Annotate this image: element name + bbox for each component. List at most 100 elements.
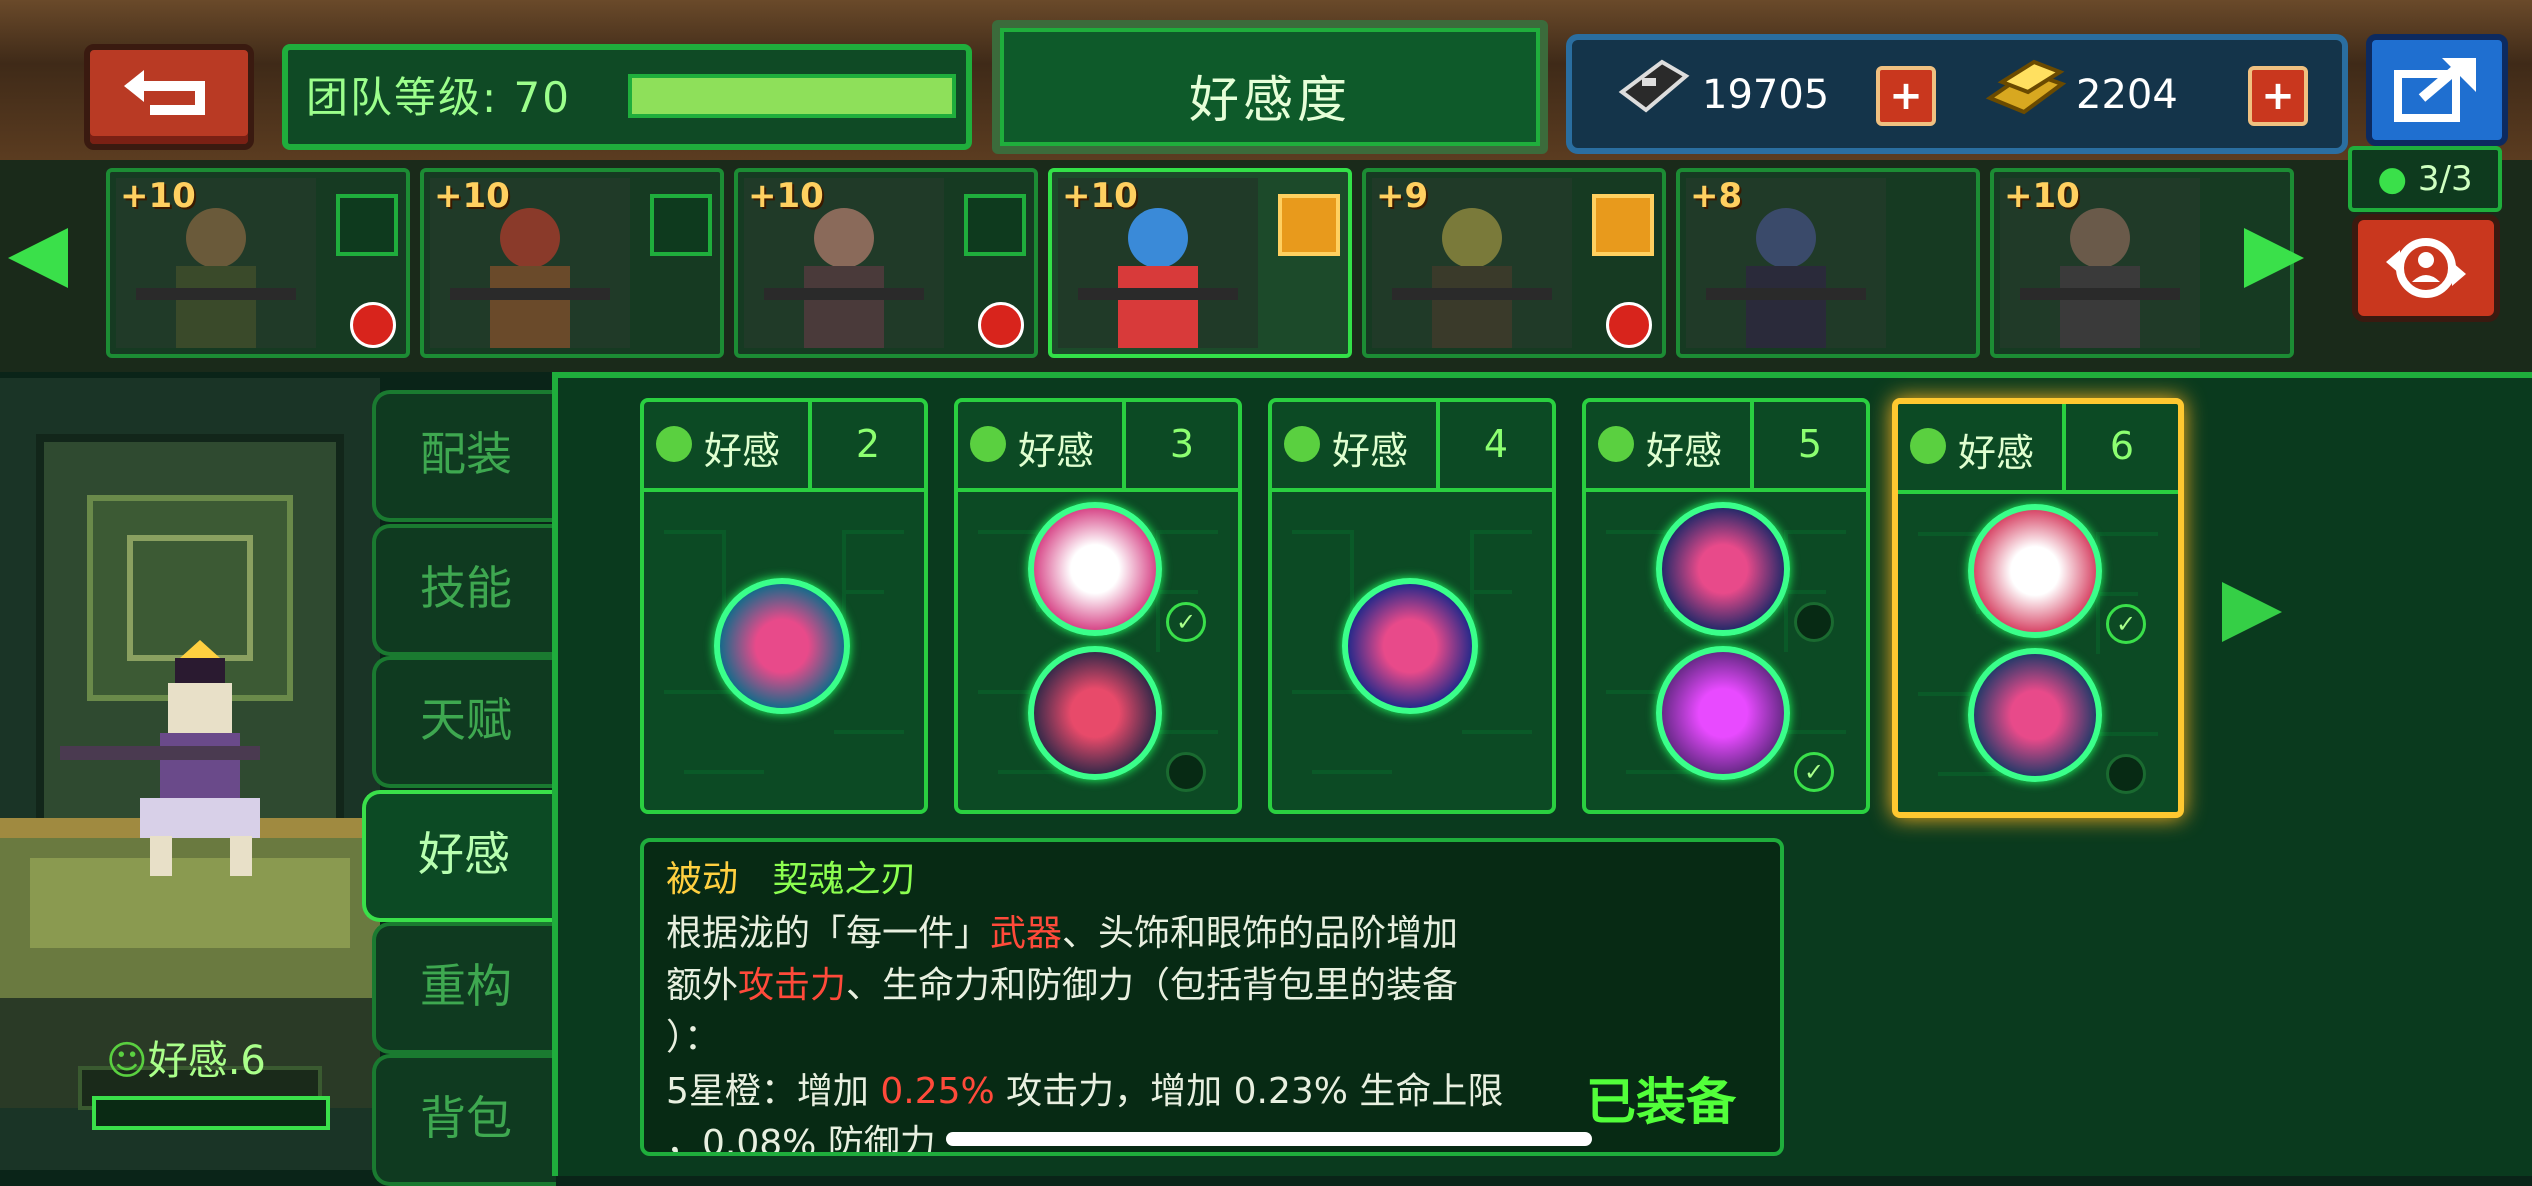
empty-slot-icon: [1794, 602, 1834, 642]
affinity-card-name: 好感: [1332, 429, 1409, 473]
arms-badge: [1606, 302, 1652, 348]
scroll-left-arrow-icon[interactable]: [8, 228, 68, 288]
hero-level: +10: [1062, 176, 1138, 216]
gold-amount: 2204: [2076, 72, 2178, 118]
desc-line-5: ，0.08% 防御力: [666, 1123, 936, 1156]
hero-card[interactable]: +8: [1676, 168, 1980, 358]
hero-level: +10: [2004, 176, 2080, 216]
skill-icon[interactable]: [1968, 648, 2102, 782]
iron-ingot-icon: [1618, 59, 1690, 113]
member-tag-icon: [964, 194, 1026, 256]
smile-icon: [1598, 426, 1634, 462]
check-icon: ✓: [1166, 602, 1206, 642]
skill-icon[interactable]: [1028, 502, 1162, 636]
hero-level: +8: [1690, 176, 1743, 216]
hero-level: +10: [748, 176, 824, 216]
arms-badge: [978, 302, 1024, 348]
affinity-level-box: 6: [2062, 404, 2178, 490]
share-button[interactable]: [2366, 34, 2508, 146]
swap-icon: [2386, 238, 2466, 298]
hero-card[interactable]: +10: [1048, 168, 1352, 358]
back-button[interactable]: [84, 44, 254, 150]
affinity-card-name: 好感: [704, 429, 781, 473]
smile-icon: [1910, 428, 1946, 464]
desc-text: 、头饰和眼饰的品阶增加: [1062, 913, 1459, 954]
team-level-panel: 团队等级: 70: [282, 44, 972, 150]
desc-text: 5星橙：增加: [666, 1071, 881, 1112]
equipped-status: 已装备: [1586, 1073, 1736, 1131]
affinity-card[interactable]: 好感 3 ✓: [954, 398, 1242, 814]
affinity-card[interactable]: 好感 5 ✓: [1582, 398, 1870, 814]
equip-tag-icon: [1278, 194, 1340, 256]
team-count-badge: ● 3/3: [2348, 146, 2502, 212]
affinity-card[interactable]: 好感 6 ✓: [1892, 398, 2184, 818]
scroll-right-arrow-icon[interactable]: [2244, 228, 2304, 288]
skill-icon[interactable]: [1342, 578, 1478, 714]
resource-panel: 19705 + 2204 +: [1566, 34, 2348, 154]
tab-3[interactable]: 好感: [362, 790, 562, 922]
skill-icon[interactable]: [1028, 646, 1162, 780]
hero-card[interactable]: +10: [420, 168, 724, 358]
affinity-level-box: 2: [808, 402, 924, 488]
tab-2[interactable]: 天赋: [372, 656, 556, 788]
member-tag-icon: [336, 194, 398, 256]
hero-card[interactable]: +9: [1362, 168, 1666, 358]
next-page-arrow-icon[interactable]: [2222, 582, 2282, 642]
skill-icon[interactable]: [714, 578, 850, 714]
home-indicator[interactable]: [946, 1132, 1592, 1146]
empty-slot-icon: [2106, 754, 2146, 794]
page-title: 好感度: [1189, 71, 1351, 129]
swap-team-button[interactable]: [2352, 214, 2500, 322]
desc-text: 根据泷的「每一件」: [666, 913, 991, 954]
skill-type: 被动: [666, 859, 739, 900]
add-iron-button[interactable]: +: [1876, 66, 1936, 126]
add-gold-button[interactable]: +: [2248, 66, 2308, 126]
desc-highlight: 武器: [990, 913, 1063, 954]
affinity-card-header: 好感 6: [1898, 404, 2178, 494]
page-title-plate: 好感度: [992, 20, 1548, 154]
affinity-card[interactable]: 好感 4: [1268, 398, 1556, 814]
desc-line-1: 根据泷的「每一件」武器、头饰和眼饰的品阶增加: [666, 904, 1458, 956]
character-progress-bar: [92, 1096, 330, 1130]
skill-icon[interactable]: [1656, 502, 1790, 636]
skill-icon[interactable]: [1656, 646, 1790, 780]
back-arrow-icon: [124, 70, 205, 115]
affinity-card-header: 好感 4: [1272, 402, 1552, 492]
share-icon: [2394, 58, 2476, 122]
team-level-progress-bar: [628, 74, 956, 118]
affinity-card-header: 好感 3: [958, 402, 1238, 492]
gold-bar-icon: [1985, 59, 2067, 115]
tab-0[interactable]: 配装: [372, 390, 556, 522]
hero-card[interactable]: +10: [106, 168, 410, 358]
affinity-card-header: 好感 5: [1586, 402, 1866, 492]
affinity-level-box: 3: [1122, 402, 1238, 488]
skill-name: 契魂之刃: [772, 859, 917, 900]
tab-4[interactable]: 重构: [372, 922, 556, 1054]
smile-icon: [656, 426, 692, 462]
affinity-card[interactable]: 好感 2: [640, 398, 928, 814]
affinity-card-header: 好感 2: [644, 402, 924, 492]
affinity-level: 6: [2109, 424, 2135, 468]
affinity-level: 4: [1483, 422, 1509, 466]
empty-slot-icon: [1166, 752, 1206, 792]
skill-title-line: 被动 契魂之刃: [666, 850, 916, 902]
affinity-card-name: 好感: [1646, 429, 1723, 473]
tab-5[interactable]: 背包: [372, 1054, 556, 1186]
desc-highlight: 0.25%: [880, 1071, 995, 1112]
desc-text: 额外: [666, 965, 739, 1006]
affinity-level: 5: [1797, 422, 1823, 466]
member-tag-icon: [650, 194, 712, 256]
ghost-badge: [350, 302, 396, 348]
hero-card[interactable]: +10: [734, 168, 1038, 358]
person-icon: ●: [2377, 159, 2408, 199]
check-icon: ✓: [2106, 604, 2146, 644]
tab-1[interactable]: 技能: [372, 524, 556, 656]
smile-icon: [970, 426, 1006, 462]
iron-amount: 19705: [1702, 72, 1830, 118]
hero-level: +9: [1376, 176, 1429, 216]
team-level-progress-fill: [632, 78, 952, 114]
desc-line-3: ）：: [666, 1017, 721, 1058]
check-icon: ✓: [1794, 752, 1834, 792]
skill-icon[interactable]: [1968, 504, 2102, 638]
team-count-text: 3/3: [2417, 159, 2473, 199]
